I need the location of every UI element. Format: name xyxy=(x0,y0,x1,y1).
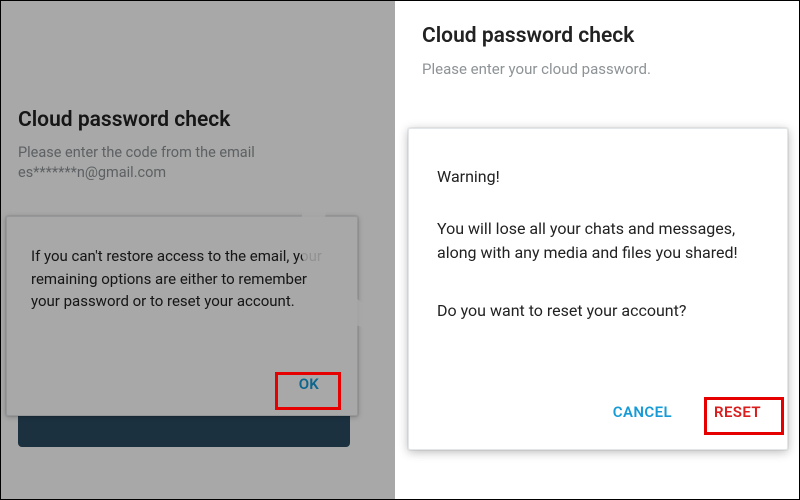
page-title-right: Cloud password check xyxy=(422,24,634,48)
left-subtitle-line1: Please enter the code from the email xyxy=(18,144,255,161)
warning-body: You will lose all your chats and message… xyxy=(437,217,763,265)
highlight-reset-annotation xyxy=(704,397,784,435)
highlight-ok-annotation xyxy=(275,372,341,410)
left-dialog-body: If you can't restore access to the email… xyxy=(31,245,333,313)
right-subtitle: Please enter your cloud password. xyxy=(422,60,651,78)
warning-title: Warning! xyxy=(437,167,500,186)
left-screen: Cloud password check Please enter the co… xyxy=(0,0,395,500)
warning-question: Do you want to reset your account? xyxy=(437,301,763,320)
cancel-button[interactable]: CANCEL xyxy=(609,397,676,427)
page-title-left: Cloud password check xyxy=(18,108,230,132)
left-subtitle-email: es*******n@gmail.com xyxy=(18,164,166,181)
